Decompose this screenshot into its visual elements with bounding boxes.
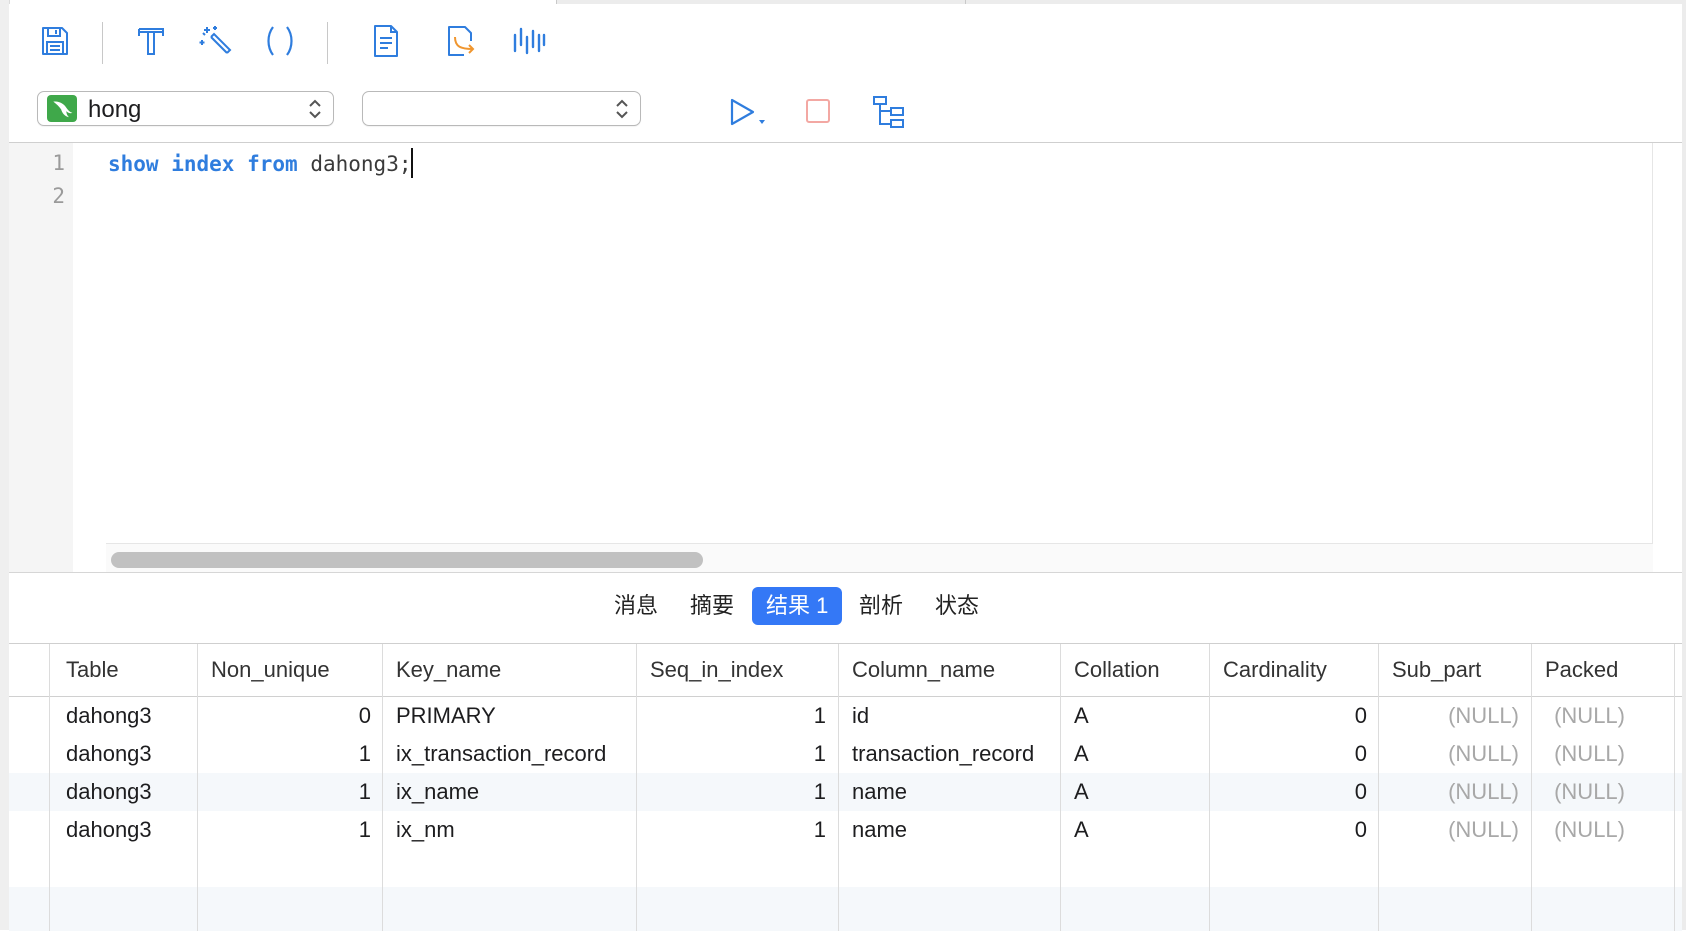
column-divider bbox=[49, 644, 50, 931]
table-cell[interactable]: (NULL) bbox=[1386, 811, 1519, 849]
updown-chevron-icon bbox=[616, 99, 628, 119]
tab-status[interactable]: 状态 bbox=[921, 587, 993, 625]
table-cell[interactable]: PRIMARY bbox=[396, 697, 496, 735]
column-header-seq-in-index[interactable]: Seq_in_index bbox=[650, 644, 783, 696]
tab-summary[interactable]: 摘要 bbox=[676, 587, 748, 625]
query-toolbar: hong bbox=[9, 4, 1682, 144]
table-cell[interactable]: name bbox=[852, 811, 907, 849]
column-divider bbox=[1060, 644, 1061, 931]
table-cell[interactable]: 1 bbox=[644, 773, 826, 811]
column-divider bbox=[1209, 644, 1210, 931]
table-cell[interactable]: dahong3 bbox=[66, 697, 152, 735]
table-cell[interactable]: ix_name bbox=[396, 773, 479, 811]
sql-keyword: from bbox=[247, 152, 298, 176]
empty-row bbox=[9, 849, 1682, 887]
column-divider bbox=[636, 644, 637, 931]
right-edge bbox=[1682, 0, 1686, 930]
updown-chevron-icon bbox=[309, 99, 321, 119]
result-grid: Table Non_unique Key_name Seq_in_index C… bbox=[9, 643, 1682, 931]
table-cell[interactable]: A bbox=[1074, 697, 1089, 735]
empty-row bbox=[9, 887, 1682, 931]
table-cell[interactable]: ix_nm bbox=[396, 811, 455, 849]
table-cell[interactable]: name bbox=[852, 773, 907, 811]
toolbar-separator bbox=[102, 22, 103, 64]
result-tabs: 消息 摘要 结果 1 剖析 状态 bbox=[9, 572, 1682, 643]
database-select[interactable] bbox=[362, 91, 641, 126]
table-cell[interactable]: 1 bbox=[205, 735, 371, 773]
column-divider bbox=[1674, 644, 1675, 931]
line-number: 1 bbox=[52, 151, 65, 175]
connection-name: hong bbox=[88, 96, 142, 123]
profile-chart-icon[interactable] bbox=[509, 21, 549, 61]
table-cell[interactable]: 0 bbox=[1217, 811, 1367, 849]
table-cell[interactable]: dahong3 bbox=[66, 735, 152, 773]
connection-select[interactable]: hong bbox=[37, 91, 334, 126]
table-cell[interactable]: 0 bbox=[1217, 773, 1367, 811]
table-cell[interactable]: 1 bbox=[205, 773, 371, 811]
document-icon[interactable] bbox=[366, 21, 406, 61]
table-cell[interactable]: transaction_record bbox=[852, 735, 1034, 773]
column-header-non-unique[interactable]: Non_unique bbox=[211, 644, 330, 696]
explain-tree-icon[interactable] bbox=[871, 94, 907, 130]
table-cell[interactable]: 0 bbox=[1217, 697, 1367, 735]
export-icon[interactable] bbox=[440, 21, 480, 61]
play-icon[interactable] bbox=[726, 94, 770, 130]
column-header-packed[interactable]: Packed bbox=[1545, 644, 1618, 696]
table-cell[interactable]: A bbox=[1074, 811, 1089, 849]
stop-icon[interactable] bbox=[806, 99, 830, 123]
sql-keyword: index bbox=[171, 152, 235, 176]
column-header-column-name[interactable]: Column_name bbox=[852, 644, 995, 696]
table-cell[interactable]: ix_transaction_record bbox=[396, 735, 606, 773]
table-cell[interactable]: 0 bbox=[205, 697, 371, 735]
tab-messages[interactable]: 消息 bbox=[600, 587, 672, 625]
format-icon[interactable] bbox=[131, 21, 171, 61]
table-cell[interactable]: id bbox=[852, 697, 869, 735]
column-header-sub-part[interactable]: Sub_part bbox=[1392, 644, 1481, 696]
toolbar-separator bbox=[327, 22, 328, 64]
sql-editor[interactable]: 1 2 show index from dahong3; bbox=[9, 142, 1682, 573]
column-header-collation[interactable]: Collation bbox=[1074, 644, 1160, 696]
editor-margin-line bbox=[1652, 143, 1653, 543]
column-divider bbox=[1531, 644, 1532, 931]
column-divider bbox=[1378, 644, 1379, 931]
table-cell[interactable]: 1 bbox=[205, 811, 371, 849]
text-caret bbox=[411, 148, 414, 178]
table-cell[interactable]: A bbox=[1074, 773, 1089, 811]
tab-result-1[interactable]: 结果 1 bbox=[752, 587, 843, 625]
column-divider bbox=[197, 644, 198, 931]
tab-profile[interactable]: 剖析 bbox=[845, 587, 917, 625]
magic-wand-icon[interactable] bbox=[195, 21, 235, 61]
column-header-key-name[interactable]: Key_name bbox=[396, 644, 501, 696]
save-icon[interactable] bbox=[35, 21, 75, 61]
table-cell[interactable]: (NULL) bbox=[1386, 773, 1519, 811]
table-cell[interactable]: (NULL) bbox=[1539, 697, 1625, 735]
table-cell[interactable]: (NULL) bbox=[1539, 773, 1625, 811]
line-number: 2 bbox=[52, 184, 65, 208]
table-cell[interactable]: (NULL) bbox=[1386, 697, 1519, 735]
table-cell[interactable]: 1 bbox=[644, 811, 826, 849]
table-cell[interactable]: (NULL) bbox=[1539, 735, 1625, 773]
sql-keyword: show bbox=[108, 152, 159, 176]
column-divider bbox=[382, 644, 383, 931]
mysql-dolphin-icon bbox=[47, 95, 77, 122]
table-cell[interactable]: (NULL) bbox=[1539, 811, 1625, 849]
table-cell[interactable]: A bbox=[1074, 735, 1089, 773]
column-divider bbox=[838, 644, 839, 931]
scrollbar-thumb[interactable] bbox=[111, 552, 703, 568]
line-number-gutter: 1 2 bbox=[9, 143, 73, 573]
table-cell[interactable]: 0 bbox=[1217, 735, 1367, 773]
table-cell[interactable]: dahong3 bbox=[66, 811, 152, 849]
parentheses-icon[interactable] bbox=[260, 21, 300, 61]
table-cell[interactable]: dahong3 bbox=[66, 773, 152, 811]
column-header-cardinality[interactable]: Cardinality bbox=[1223, 644, 1327, 696]
code-identifier: dahong3; bbox=[297, 152, 412, 176]
table-cell[interactable]: (NULL) bbox=[1386, 735, 1519, 773]
table-cell[interactable]: 1 bbox=[644, 735, 826, 773]
table-cell[interactable]: 1 bbox=[644, 697, 826, 735]
code-line[interactable]: show index from dahong3; bbox=[108, 148, 414, 180]
column-header-table[interactable]: Table bbox=[66, 644, 119, 696]
